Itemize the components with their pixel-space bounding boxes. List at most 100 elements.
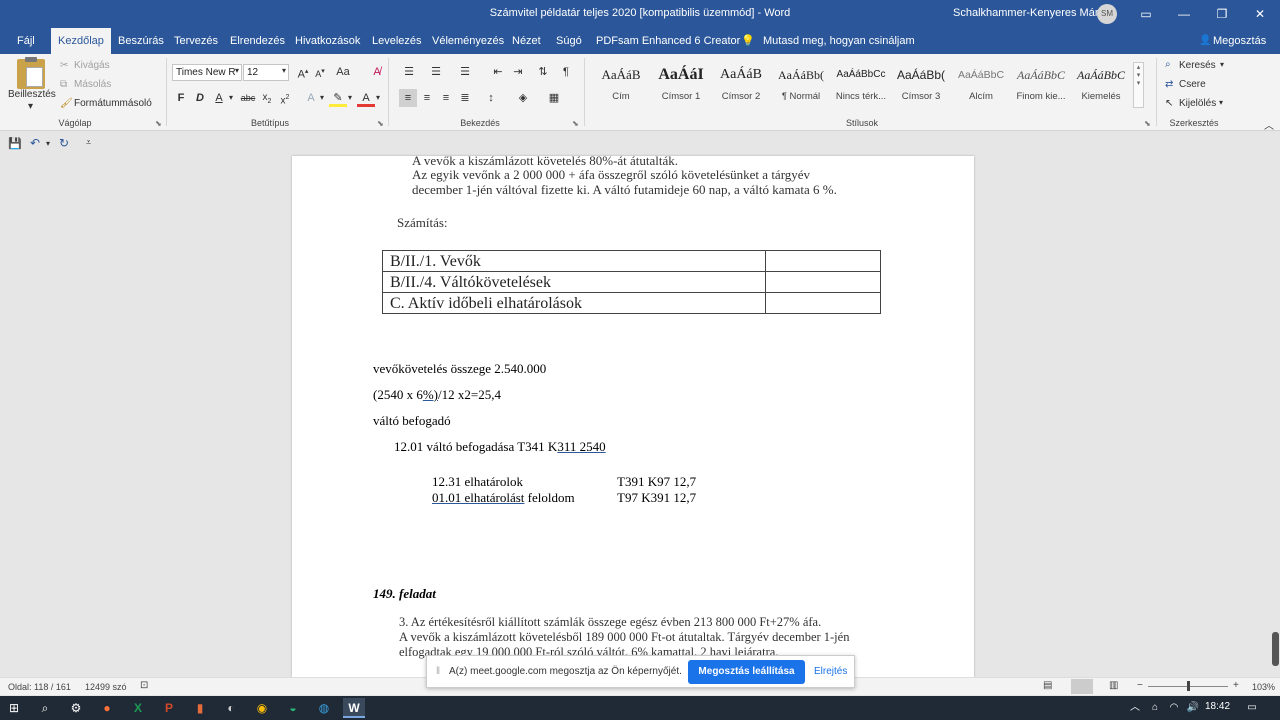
- chrome-icon[interactable]: ◉: [252, 698, 272, 718]
- text-effects-icon[interactable]: A: [302, 89, 320, 107]
- tab-pdfsam[interactable]: PDFsam Enhanced 6 Creator: [589, 28, 747, 54]
- tab-references[interactable]: Hivatkozások: [288, 28, 367, 54]
- subscript-icon[interactable]: x2: [258, 89, 276, 107]
- stop-sharing-button[interactable]: Megosztás leállítása: [688, 660, 805, 684]
- chevron-down-icon[interactable]: ▾: [348, 93, 352, 102]
- style-subtle-emphasis[interactable]: AaÁáBbC Finom kie...: [1011, 60, 1071, 108]
- zoom-slider-thumb[interactable]: [1187, 681, 1190, 691]
- maximize-button[interactable]: ❐: [1203, 0, 1241, 28]
- chevron-up-icon[interactable]: ︿: [1125, 698, 1145, 718]
- word-count[interactable]: 12499 szó: [85, 682, 127, 692]
- wifi-icon[interactable]: ◠: [1164, 698, 1184, 718]
- undo-icon[interactable]: ↶: [30, 136, 40, 150]
- zoom-level[interactable]: 103%: [1252, 682, 1275, 692]
- vertical-scrollbar-thumb[interactable]: [1272, 632, 1279, 666]
- chevron-down-icon[interactable]: ▾: [376, 93, 380, 102]
- customize-qat-icon[interactable]: ⩡: [86, 137, 91, 148]
- edge-icon[interactable]: ◍: [314, 698, 334, 718]
- notifications-icon[interactable]: ▭: [1242, 698, 1262, 718]
- drag-handle-icon[interactable]: ‖: [436, 666, 440, 677]
- replace-button[interactable]: Csere: [1179, 79, 1206, 90]
- italic-button[interactable]: D: [191, 89, 209, 107]
- borders-icon[interactable]: ▦: [545, 89, 563, 107]
- style-heading-3[interactable]: AaÁáBb( Címsor 3: [891, 60, 951, 108]
- tab-mailings[interactable]: Levelezés: [365, 28, 429, 54]
- sort-icon[interactable]: ⇅: [534, 63, 552, 81]
- firefox-icon[interactable]: ●: [97, 698, 117, 718]
- style-title[interactable]: AaÁáB Cím: [591, 60, 651, 108]
- bullets-icon[interactable]: ☰: [400, 63, 418, 81]
- chevron-down-icon[interactable]: ▾: [1219, 98, 1223, 107]
- style-normal[interactable]: AaÁáBb( ¶ Normál: [771, 60, 831, 108]
- font-name-field[interactable]: Times New R: [172, 64, 242, 81]
- word-icon[interactable]: W: [343, 698, 365, 718]
- styles-launcher-icon[interactable]: ⬊: [1144, 119, 1151, 128]
- print-layout-icon[interactable]: [1071, 679, 1093, 694]
- copy-button[interactable]: Másolás: [74, 79, 111, 90]
- powerpoint-icon[interactable]: P: [159, 698, 179, 718]
- read-mode-icon[interactable]: ▤: [1043, 680, 1052, 691]
- bold-button[interactable]: F: [172, 89, 190, 107]
- grow-font-icon[interactable]: A▴: [294, 63, 312, 81]
- app-icon[interactable]: ◒: [283, 698, 303, 718]
- tab-view[interactable]: Nézet: [505, 28, 548, 54]
- align-right-icon[interactable]: ≡: [437, 89, 455, 107]
- volume-icon[interactable]: 🔊: [1183, 698, 1203, 718]
- paragraph-launcher-icon[interactable]: ⬊: [572, 119, 579, 128]
- search-icon[interactable]: ⌕: [35, 698, 55, 718]
- network-icon[interactable]: ⌂: [1145, 698, 1165, 718]
- align-center-icon[interactable]: ≡: [418, 89, 436, 107]
- paste-dropdown-icon[interactable]: ▾: [28, 101, 33, 112]
- share-button[interactable]: Megosztás: [1213, 28, 1266, 54]
- redo-icon[interactable]: ↻: [59, 136, 69, 150]
- tab-layout[interactable]: Elrendezés: [223, 28, 292, 54]
- paste-button[interactable]: Beillesztés: [8, 89, 56, 100]
- chevron-down-icon[interactable]: ▾: [1220, 60, 1224, 69]
- zoom-out-icon[interactable]: −: [1137, 680, 1143, 691]
- app-icon[interactable]: ◐: [221, 698, 241, 718]
- select-button[interactable]: Kijelölés: [1179, 98, 1216, 109]
- minimize-button[interactable]: —: [1165, 0, 1203, 28]
- font-color-icon[interactable]: A: [357, 89, 375, 107]
- style-heading-2[interactable]: AaÁáB Címsor 2: [711, 60, 771, 108]
- save-icon[interactable]: 💾: [8, 137, 22, 150]
- increase-indent-icon[interactable]: ⇥: [509, 63, 527, 81]
- justify-icon[interactable]: ≣: [456, 89, 474, 107]
- clipboard-launcher-icon[interactable]: ⬊: [155, 119, 162, 128]
- windows-start-icon[interactable]: ⊞: [4, 698, 24, 718]
- show-marks-icon[interactable]: ¶: [557, 63, 575, 81]
- font-launcher-icon[interactable]: ⬊: [377, 119, 384, 128]
- tab-file[interactable]: Fájl: [10, 28, 42, 54]
- multilevel-list-icon[interactable]: ☰: [456, 63, 474, 81]
- superscript-icon[interactable]: x2: [276, 89, 294, 107]
- change-case-icon[interactable]: Aa: [334, 63, 352, 81]
- proofing-icon[interactable]: ⊡: [140, 680, 148, 691]
- tell-me-search[interactable]: Mutasd meg, hogyan csináljam: [763, 28, 915, 54]
- underline-button[interactable]: A: [210, 89, 228, 107]
- decrease-indent-icon[interactable]: ⇤: [489, 63, 507, 81]
- style-emphasis[interactable]: AaÁáBbC Kiemelés: [1071, 60, 1131, 108]
- chevron-down-icon[interactable]: ▾: [46, 139, 50, 148]
- ribbon-display-options-icon[interactable]: ▭: [1127, 0, 1165, 28]
- pdf-app-icon[interactable]: ▮: [190, 698, 210, 718]
- styles-scroll[interactable]: ▴ ▾ ▾: [1133, 62, 1144, 108]
- chevron-down-icon[interactable]: ▾: [282, 66, 286, 75]
- chevron-down-icon[interactable]: ▾: [229, 93, 233, 102]
- chevron-down-icon[interactable]: ▾: [235, 66, 239, 75]
- web-layout-icon[interactable]: ▥: [1109, 680, 1118, 691]
- highlight-icon[interactable]: ✎: [329, 89, 347, 107]
- tab-home[interactable]: Kezdőlap: [51, 28, 111, 54]
- style-heading-1[interactable]: AaÁáI Címsor 1: [651, 60, 711, 108]
- paste-icon[interactable]: [17, 57, 45, 89]
- align-left-icon[interactable]: ≡: [399, 89, 417, 107]
- tab-insert[interactable]: Beszúrás: [111, 28, 171, 54]
- hide-button[interactable]: Elrejtés: [814, 666, 847, 677]
- strikethrough-icon[interactable]: abc: [239, 89, 257, 107]
- tab-help[interactable]: Súgó: [549, 28, 589, 54]
- numbering-icon[interactable]: ☰: [427, 63, 445, 81]
- line-spacing-icon[interactable]: ↕: [482, 89, 500, 107]
- cut-button[interactable]: Kivágás: [74, 60, 110, 71]
- zoom-in-icon[interactable]: +: [1233, 680, 1239, 691]
- account-name[interactable]: Schalkhammer-Kenyeres Márta: [953, 7, 1108, 19]
- clock[interactable]: 18:42: [1205, 701, 1230, 712]
